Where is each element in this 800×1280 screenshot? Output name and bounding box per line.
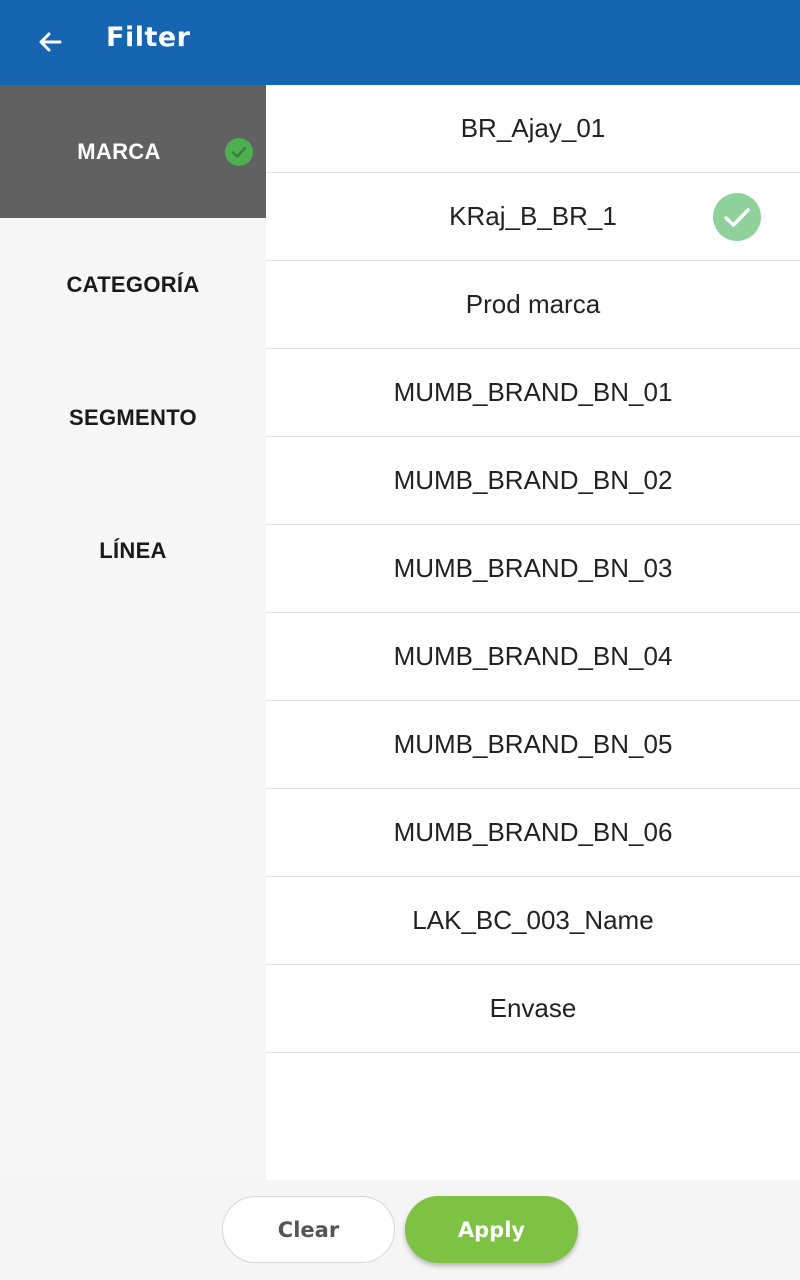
list-item[interactable]: MUMB_BRAND_BN_06: [266, 789, 800, 877]
option-label: MUMB_BRAND_BN_01: [393, 377, 673, 407]
sidebar-item-label: SEGMENTO: [69, 404, 197, 430]
list-item[interactable]: MUMB_BRAND_BN_01: [266, 349, 800, 437]
sidebar-item-label: CATEGORÍA: [66, 271, 200, 297]
list-item[interactable]: MUMB_BRAND_BN_03: [266, 525, 800, 613]
sidebar-item-segmento[interactable]: SEGMENTO: [0, 351, 266, 484]
option-label: LAK_BC_003_Name: [412, 905, 654, 935]
list-item[interactable]: Envase: [266, 965, 800, 1053]
option-label: KRaj_B_BR_1: [449, 201, 617, 231]
option-label: MUMB_BRAND_BN_03: [393, 553, 673, 583]
list-item[interactable]: MUMB_BRAND_BN_05: [266, 701, 800, 789]
sidebar-item-label: LÍNEA: [99, 537, 167, 563]
option-label: MUMB_BRAND_BN_05: [393, 729, 673, 759]
list-item[interactable]: LAK_BC_003_Name: [266, 877, 800, 965]
filter-options-list: BR_Ajay_01 KRaj_B_BR_1 Prod marca MUMB_B…: [266, 85, 800, 1180]
list-item[interactable]: Prod marca: [266, 261, 800, 349]
clear-button[interactable]: Clear: [222, 1196, 395, 1263]
action-bar: Clear Apply: [0, 1180, 800, 1280]
option-label: MUMB_BRAND_BN_04: [393, 641, 673, 671]
option-label: Envase: [489, 993, 577, 1023]
list-item-selected[interactable]: KRaj_B_BR_1: [266, 173, 800, 261]
list-item[interactable]: BR_Ajay_01: [266, 85, 800, 173]
apply-button[interactable]: Apply: [405, 1196, 578, 1263]
arrow-left-icon: [39, 32, 62, 52]
sidebar-item-categoria[interactable]: CATEGORÍA: [0, 218, 266, 351]
page-title: Filter: [106, 22, 191, 53]
app-bar: Filter: [0, 0, 800, 85]
option-label: Prod marca: [465, 289, 601, 319]
sidebar-item-linea[interactable]: LÍNEA: [0, 484, 266, 617]
list-item[interactable]: MUMB_BRAND_BN_04: [266, 613, 800, 701]
check-circle-icon: [713, 193, 761, 241]
option-label: MUMB_BRAND_BN_06: [393, 817, 673, 847]
back-button[interactable]: [34, 26, 66, 58]
option-label: BR_Ajay_01: [460, 113, 606, 143]
sidebar-item-label: MARCA: [77, 138, 161, 164]
option-label: MUMB_BRAND_BN_02: [393, 465, 673, 495]
filter-category-sidebar: MARCA CATEGORÍA SEGMENTO LÍNEA: [0, 85, 266, 1180]
list-item[interactable]: MUMB_BRAND_BN_02: [266, 437, 800, 525]
sidebar-item-marca[interactable]: MARCA: [0, 85, 266, 218]
check-circle-icon: [225, 138, 253, 166]
